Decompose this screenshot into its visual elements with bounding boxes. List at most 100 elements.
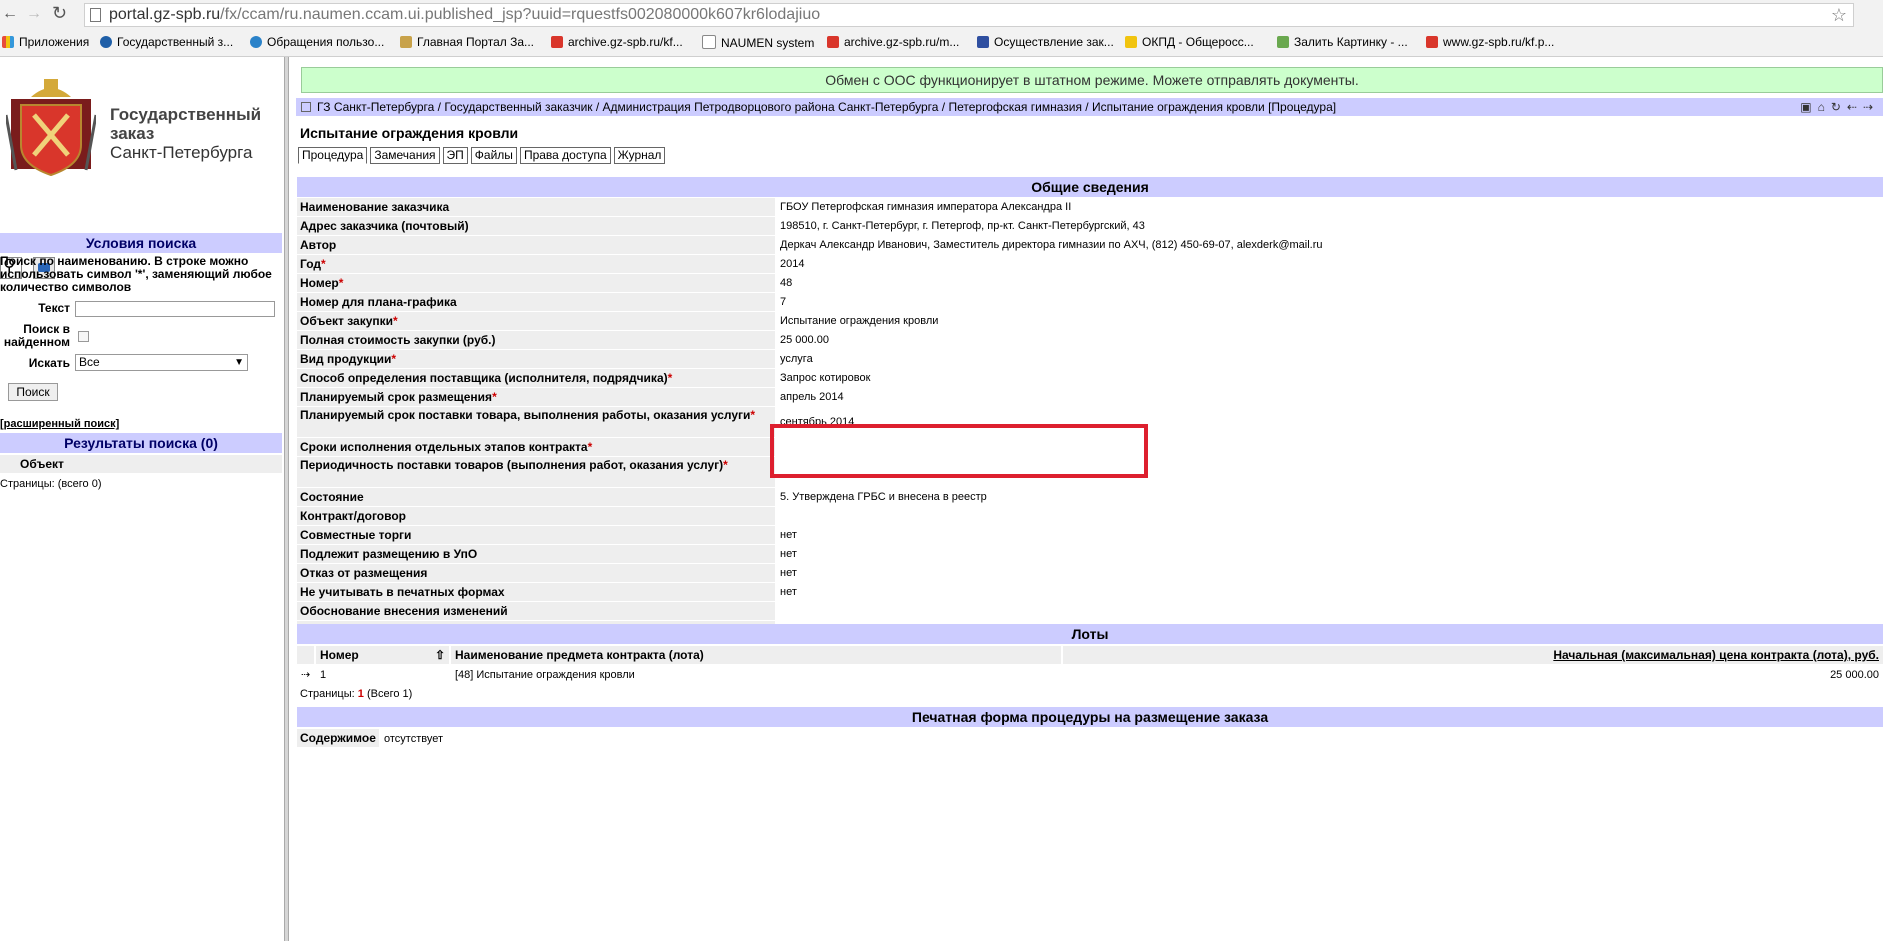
field-label: Обоснование внесения изменений xyxy=(297,602,775,620)
back-icon[interactable]: ⇠ xyxy=(1847,100,1863,114)
tab-journal[interactable]: Журнал xyxy=(613,147,666,164)
content-value: отсутствует xyxy=(383,733,443,745)
bookmark-apps[interactable]: Приложения xyxy=(2,35,89,49)
results-column-header: Объект xyxy=(0,455,282,473)
tab-remarks[interactable]: Замечания xyxy=(370,147,440,164)
emblem-icon xyxy=(400,36,412,48)
lots-col-name[interactable]: Наименование предмета контракта (лота) xyxy=(451,646,1061,664)
forward-icon[interactable]: ⇢ xyxy=(1863,100,1879,114)
advanced-search-link[interactable]: [расширенный поиск] xyxy=(0,418,119,430)
in-found-label: Поиск в найденном xyxy=(3,322,70,349)
search-in-found-checkbox[interactable] xyxy=(78,331,89,342)
lots-col-spacer xyxy=(297,646,314,664)
bookmark-item[interactable]: ОКПД - Общеросс... xyxy=(1125,35,1254,49)
bookmark-star-icon[interactable]: ☆ xyxy=(1831,4,1847,26)
general-info-table: Наименование заказчика ГБОУ Петергофская … xyxy=(297,198,1883,640)
address-bar[interactable]: portal.gz-spb.ru/fx/ccam/ru.naumen.ccam.… xyxy=(84,3,1854,27)
field-row: Объект закупки* Испытание ограждения кров… xyxy=(297,312,1883,331)
required-marker: * xyxy=(587,440,593,454)
field-label: Вид продукции* xyxy=(297,350,775,368)
panel-splitter[interactable] xyxy=(284,57,289,941)
field-label: Способ определения поставщика (исполните… xyxy=(297,369,775,387)
field-label: Совместные торги xyxy=(297,526,775,544)
required-marker: * xyxy=(338,276,344,290)
field-row: Отказ от размещения нет xyxy=(297,564,1883,583)
field-value: нет xyxy=(777,545,1883,563)
search-conditions-header: Условия поиска xyxy=(0,233,282,253)
bookmark-item[interactable]: Обращения пользо... xyxy=(250,35,384,49)
current-page[interactable]: 1 xyxy=(358,688,364,700)
field-label: Подлежит размещению в УпО xyxy=(297,545,775,563)
field-row: Способ определения поставщика (исполните… xyxy=(297,369,1883,388)
lots-col-price[interactable]: Начальная (максимальная) цена контракта … xyxy=(1063,646,1883,664)
logo-title: Государственный заказ Санкт-Петербурга xyxy=(110,105,262,162)
breadcrumb-text[interactable]: ГЗ Санкт-Петербурга / Государственный за… xyxy=(317,100,1336,114)
bookmark-item[interactable]: archive.gz-spb.ru/m... xyxy=(827,35,959,49)
lot-name[interactable]: [48] Испытание ограждения кровли xyxy=(451,666,1061,684)
field-value: Деркач Александр Иванович, Заместитель д… xyxy=(777,236,1883,254)
refresh-icon[interactable]: ↻ xyxy=(1831,100,1847,114)
tab-bar: Процедура Замечания ЭП Файлы Права доступа Жу… xyxy=(298,147,668,164)
field-row: Полная стоимость закупки (руб.) 25 000.00 xyxy=(297,331,1883,350)
tab-access[interactable]: Права доступа xyxy=(519,147,611,164)
search-text-input[interactable] xyxy=(75,301,275,317)
back-arrow-icon[interactable]: ← xyxy=(2,5,18,23)
print-form-header: Печатная форма процедуры на размещение з… xyxy=(297,707,1883,727)
field-value: нет xyxy=(777,583,1883,601)
chevron-down-icon: ▼ xyxy=(234,357,244,368)
field-label: Номер* xyxy=(297,274,775,292)
field-row: Контракт/договор xyxy=(297,507,1883,526)
bookmark-item[interactable]: NAUMEN system xyxy=(702,35,814,50)
bookmark-item[interactable]: www.gz-spb.ru/kf.p... xyxy=(1426,35,1554,49)
tab-procedure[interactable]: Процедура xyxy=(298,147,368,164)
bookmark-item[interactable]: Главная Портал За... xyxy=(400,35,534,49)
tab-files[interactable]: Файлы xyxy=(470,147,517,164)
bookmark-item[interactable]: Государственный з... xyxy=(100,35,233,49)
main-panel: Обмен с ООС функционирует в штатном режи… xyxy=(296,57,1883,941)
field-row: Автор Деркач Александр Иванович, Заместит… xyxy=(297,236,1883,255)
field-label: Номер для плана-графика xyxy=(297,293,775,311)
spb-coat-of-arms-icon xyxy=(6,79,96,177)
field-row: Планируемый срок размещения* апрель 2014 xyxy=(297,388,1883,407)
seek-select[interactable]: Все ▼ xyxy=(75,354,248,371)
general-info-header: Общие сведения xyxy=(297,177,1883,197)
field-value: ГБОУ Петергофская гимназия императора Ал… xyxy=(777,198,1883,216)
attachment-icon[interactable]: ⇢ xyxy=(297,666,314,684)
field-row: Обоснование внесения изменений xyxy=(297,602,1883,621)
page-icon xyxy=(90,8,101,22)
text-label: Текст xyxy=(38,301,70,315)
field-row: Наименование заказчика ГБОУ Петергофская … xyxy=(297,198,1883,217)
tab-ep[interactable]: ЭП xyxy=(442,147,468,164)
page-icon xyxy=(702,35,716,49)
globe-icon xyxy=(100,36,112,48)
field-value xyxy=(777,602,1883,620)
required-marker: * xyxy=(393,314,398,328)
reload-icon[interactable]: ↻ xyxy=(52,3,67,24)
spb-emblem-icon xyxy=(1426,36,1438,48)
field-label: Отказ от размещения xyxy=(297,564,775,582)
field-value: нет xyxy=(777,564,1883,582)
lots-pagination: Страницы: 1 (Всего 1) xyxy=(300,688,413,700)
field-value: услуга xyxy=(777,350,1883,368)
lots-col-number[interactable]: Номер ⇧ xyxy=(316,646,449,664)
required-marker: * xyxy=(391,352,396,366)
bookmark-item[interactable]: archive.gz-spb.ru/kf... xyxy=(551,35,683,49)
field-label: Планируемый срок размещения* xyxy=(297,388,775,406)
field-label: Год* xyxy=(297,255,775,273)
home-icon[interactable]: ⌂ xyxy=(1818,100,1831,114)
required-marker: * xyxy=(750,408,756,422)
field-label: Автор xyxy=(297,236,775,254)
field-row: Состояние 5. Утверждена ГРБС и внесена в … xyxy=(297,488,1883,507)
field-label: Не учитывать в печатных формах xyxy=(297,583,775,601)
folder-icon[interactable]: ▣ xyxy=(1800,100,1817,114)
bookmark-item[interactable]: Осуществление зак... xyxy=(977,35,1114,49)
bookmark-item[interactable]: Залить Картинку - ... xyxy=(1277,35,1408,49)
table-row[interactable]: ⇢ 1 [48] Испытание ограждения кровли 25 … xyxy=(297,666,1883,684)
spb-emblem-icon xyxy=(827,36,839,48)
sort-arrow-icon[interactable]: ⇧ xyxy=(435,646,445,664)
search-hint: Поиск по наименованию. В строке можно ис… xyxy=(0,254,272,294)
search-button[interactable]: Поиск xyxy=(8,383,58,401)
field-label: Состояние xyxy=(297,488,775,506)
field-value: Испытание ограждения кровли xyxy=(777,312,1883,330)
forward-arrow-icon[interactable]: → xyxy=(26,5,42,23)
